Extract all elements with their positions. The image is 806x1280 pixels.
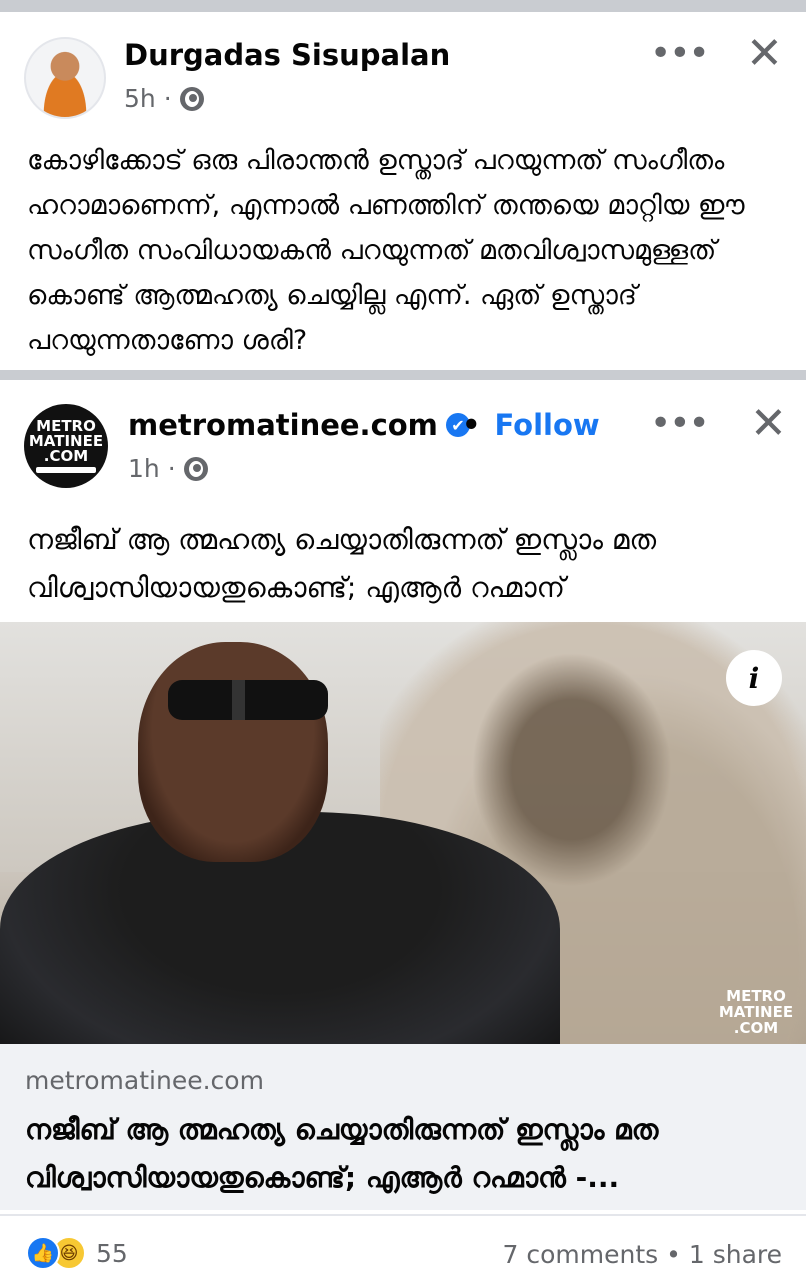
engagement-separator: • (666, 1240, 681, 1269)
link-title[interactable]: നജീബ് ആ ത്മഹത്യ ചെയ്യാതിരുന്നത് ഇസ്ലാം മ… (25, 1106, 785, 1202)
page-logo-line: .COM (43, 447, 89, 465)
footer-divider (0, 1214, 806, 1216)
shared-post-text: നജീബ് ആ ത്മഹത്യ ചെയ്യാതിരുന്നത് ഇസ്ലാം മ… (27, 523, 657, 604)
meta-separator: · (163, 84, 172, 113)
post-meta: 5h · (124, 84, 204, 113)
author-avatar[interactable] (24, 37, 106, 119)
watermark-line: MATINEE (718, 1003, 794, 1021)
follow-button[interactable]: Follow (495, 408, 600, 442)
shared-more-options-icon[interactable]: ••• (650, 406, 710, 442)
globe-icon[interactable] (179, 86, 204, 111)
top-divider (0, 0, 806, 12)
shared-post-time[interactable]: 1h (128, 454, 160, 483)
globe-icon[interactable] (183, 456, 208, 481)
engagement-stats: 7 comments • 1 share (503, 1240, 782, 1269)
link-domain[interactable]: metromatinee.com (25, 1066, 264, 1095)
close-icon[interactable]: ✕ (746, 32, 783, 76)
shared-page-name-row: metromatinee.com ✔ (128, 408, 470, 442)
post-time[interactable]: 5h (124, 84, 156, 113)
shared-post-image[interactable] (0, 622, 806, 1044)
image-sunglasses (168, 680, 328, 720)
reactions-summary[interactable]: 👍 😆 55 (26, 1236, 128, 1270)
page-logo[interactable]: METRO MATINEE .COM (24, 404, 108, 488)
follow-row: • Follow (462, 408, 600, 442)
image-person-head (138, 642, 328, 862)
page-logo-stripe (36, 467, 96, 473)
author-name[interactable]: Durgadas Sisupalan (124, 38, 450, 72)
follow-separator: • (462, 408, 481, 442)
watermark-line: .COM (733, 1019, 779, 1037)
shared-page-name[interactable]: metromatinee.com (128, 408, 438, 442)
shared-post-meta: 1h · (128, 454, 208, 483)
shared-post-divider (0, 370, 806, 380)
post-text: കോഴിക്കോട് ഒരു പിരാന്തൻ ഉസ്താദ് പറയുന്നത… (27, 145, 745, 356)
reaction-count: 55 (96, 1238, 128, 1268)
like-icon: 👍 (26, 1236, 60, 1270)
comments-count[interactable]: 7 comments (503, 1240, 659, 1269)
shares-count[interactable]: 1 share (689, 1240, 782, 1269)
image-watermark: METRO MATINEE .COM (718, 988, 794, 1036)
watermark-line: METRO (726, 987, 786, 1005)
shared-meta-separator: · (167, 454, 176, 483)
shared-close-icon[interactable]: ✕ (750, 402, 787, 446)
more-options-icon[interactable]: ••• (650, 36, 710, 72)
info-icon[interactable]: i (726, 650, 782, 706)
